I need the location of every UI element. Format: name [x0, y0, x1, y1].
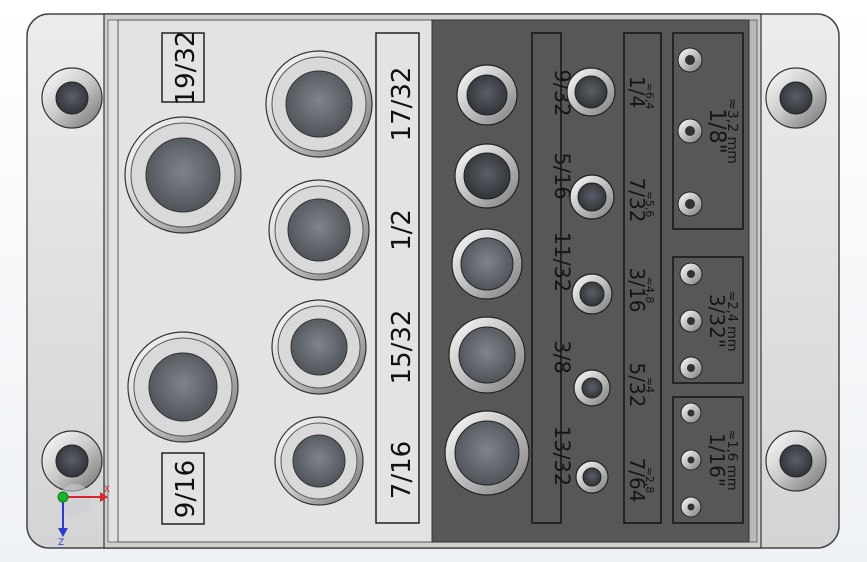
hole-3-8: [448, 316, 526, 394]
hole-1-4: [566, 67, 616, 117]
mount-hole: [765, 430, 827, 492]
label-19-32: 19/32: [171, 31, 201, 106]
label-3-32-mm: ≈2,4 mm: [724, 290, 739, 351]
hole-17-32: [265, 50, 373, 158]
label-7-16: 7/16: [387, 441, 417, 499]
hole-1-2: [268, 179, 370, 281]
mount-hole: [41, 430, 103, 492]
mount-hole: [765, 67, 827, 129]
label-13-32: 13/32: [550, 426, 574, 487]
label-1-16-mm: ≈1,6 mm: [724, 429, 739, 490]
label-15-32: 15/32: [387, 310, 417, 385]
hole-7-32: [569, 174, 615, 220]
hole-5-16: [454, 143, 520, 209]
label-9-16: 9/16: [171, 460, 201, 518]
sublabel-7-32: ≈5,6: [643, 191, 656, 218]
hole-7-16: [274, 416, 364, 506]
label-1-2: 1/2: [387, 209, 417, 251]
hole-15-32: [271, 299, 367, 395]
sublabel-1-4: ≈6,4: [643, 83, 656, 110]
hole-13-32: [444, 410, 530, 496]
hole-11-32: [451, 228, 523, 300]
cad-viewport[interactable]: 19/32 9/16 17/32 1/2 15/32 7/16 9/32 5/1…: [0, 0, 867, 562]
label-1-8-mm: ≈3,2 mm: [724, 98, 740, 164]
sublabel-5-32: ≈4: [643, 377, 656, 393]
hole-19-32: [124, 116, 242, 234]
hole-9-32: [456, 64, 518, 126]
hole-5-32: [573, 369, 611, 407]
hole-3-16: [571, 273, 613, 315]
y-axis-dot: [57, 491, 69, 503]
label-3-8: 3/8: [550, 340, 574, 374]
triad-z-label: Z: [58, 538, 64, 548]
model-view: 19/32 9/16 17/32 1/2 15/32 7/16 9/32 5/1…: [26, 13, 840, 549]
hole-9-16: [127, 331, 239, 443]
mount-hole: [41, 67, 103, 129]
sublabel-7-64: ≈2,8: [643, 467, 656, 494]
label-11-32: 11/32: [550, 232, 574, 293]
triad-x-label: X: [104, 485, 110, 495]
hole-7-64: [575, 460, 609, 494]
label-17-32: 17/32: [387, 67, 417, 142]
sublabel-3-16: ≈4,8: [643, 277, 656, 304]
